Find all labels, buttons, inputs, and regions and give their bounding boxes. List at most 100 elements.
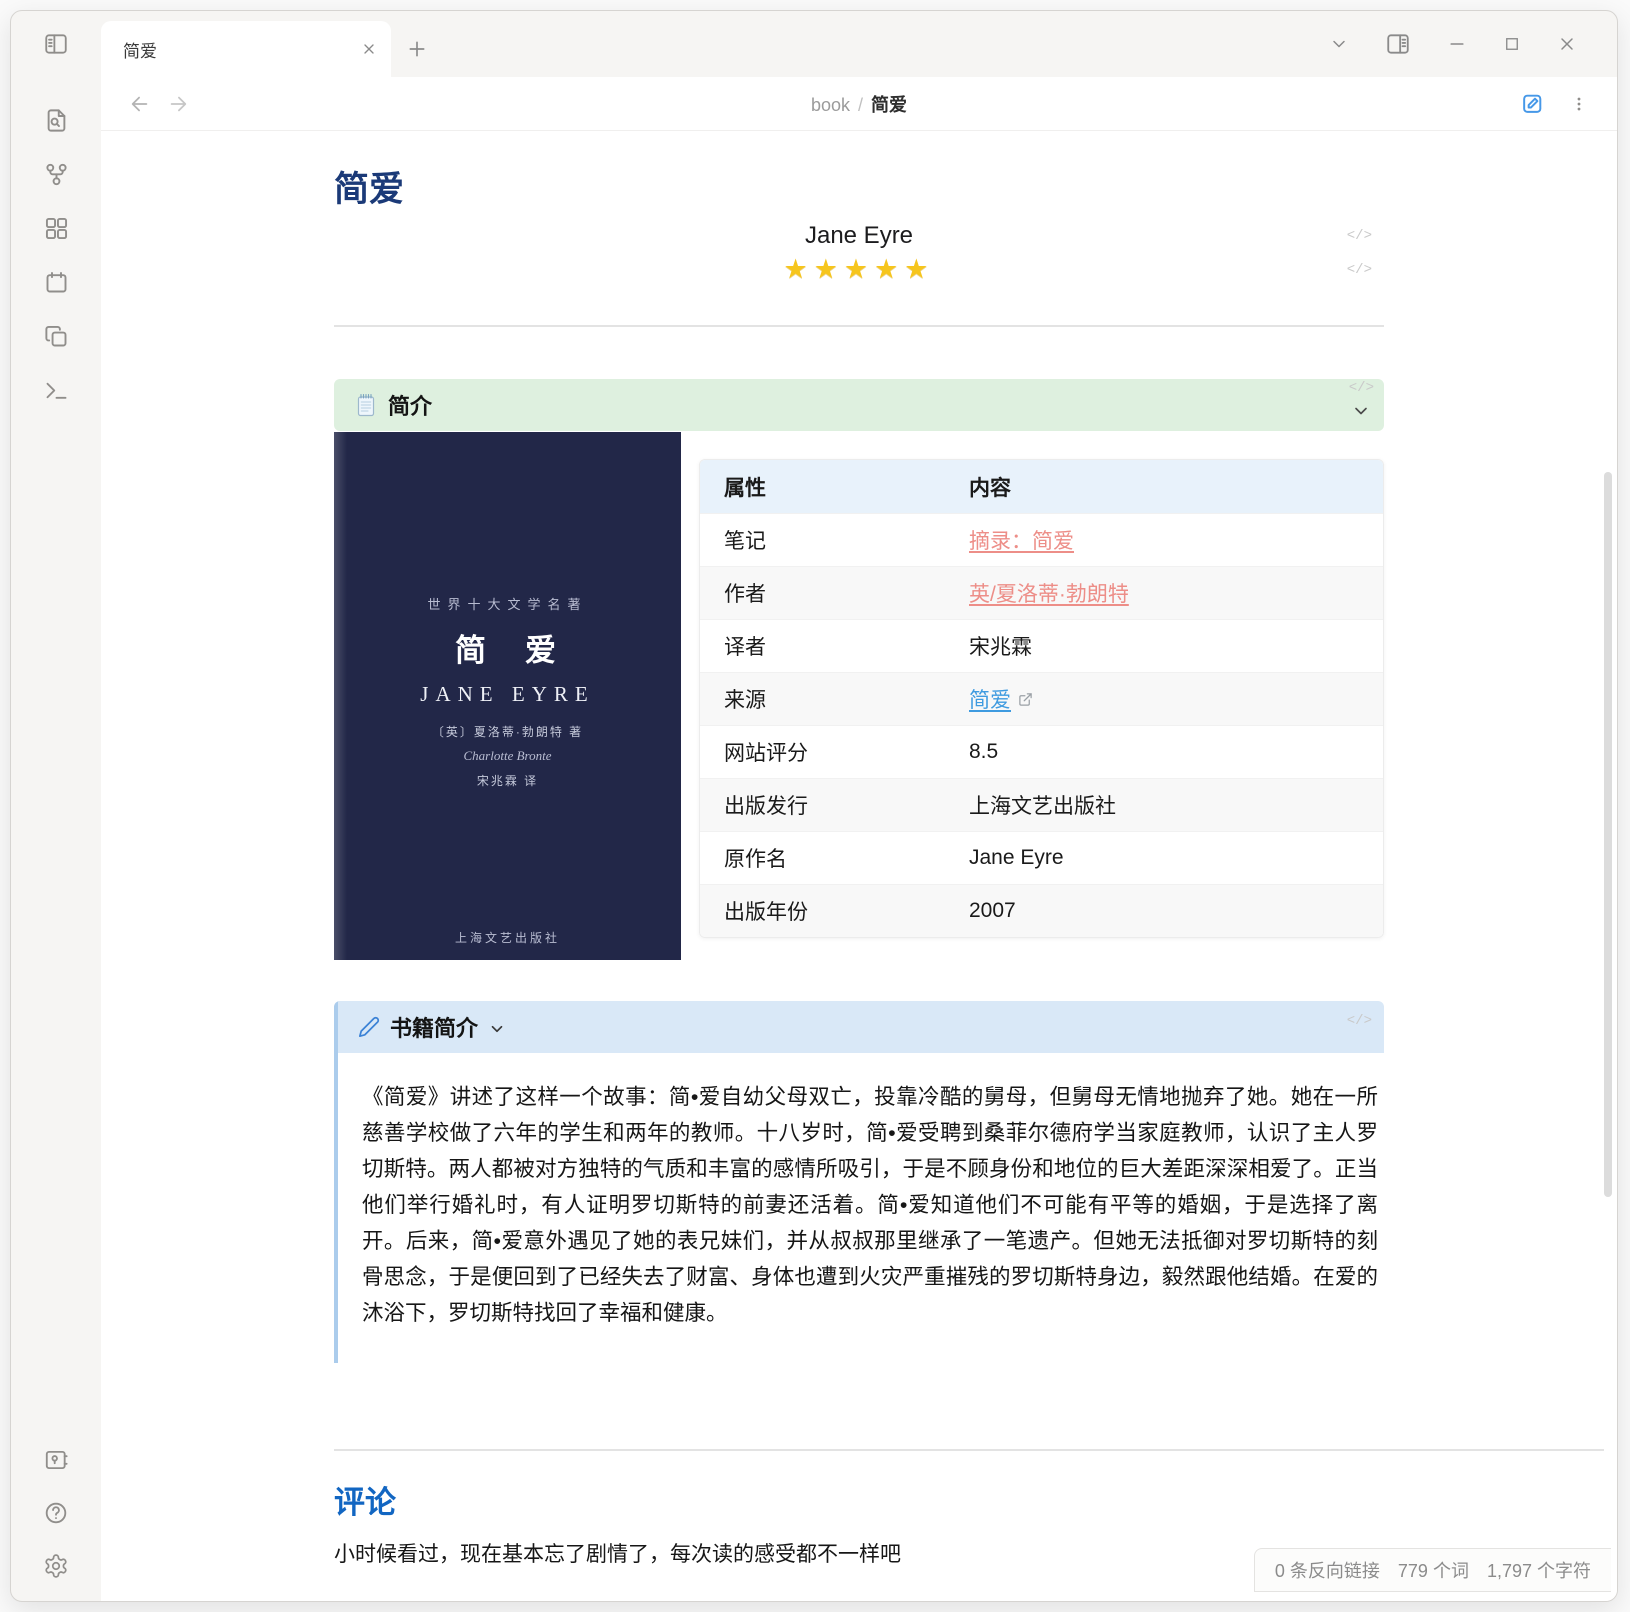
help-icon — [43, 1500, 69, 1526]
view-header: book / 简爱 — [101, 77, 1617, 131]
table-row: 出版发行上海文艺出版社 — [700, 778, 1383, 831]
property-label: 网站评分 — [700, 725, 945, 778]
rating-row: ★★★★★ </> — [334, 254, 1384, 285]
internal-link[interactable]: 摘录：简爱 — [969, 530, 1074, 553]
tab-bar: 简爱 — [11, 11, 1617, 77]
app-window: 简爱 — [10, 10, 1618, 1602]
property-label: 笔记 — [700, 513, 945, 566]
backlinks-count[interactable]: 0 条反向链接 — [1275, 1557, 1380, 1583]
property-label: 出版发行 — [700, 778, 945, 831]
breadcrumb-separator: / — [858, 95, 863, 115]
copy-button[interactable] — [43, 323, 70, 350]
tab-jane-eyre[interactable]: 简爱 — [101, 21, 391, 77]
help-button[interactable] — [43, 1500, 69, 1526]
table-row: 来源简爱 — [700, 672, 1383, 725]
property-value: Jane Eyre — [945, 831, 1383, 884]
property-label: 译者 — [700, 619, 945, 672]
new-tab-button[interactable] — [391, 21, 443, 77]
property-value: 宋兆霖 — [945, 619, 1383, 672]
file-search-icon — [43, 107, 70, 134]
intro-callout-title: 简介 — [388, 389, 432, 421]
property-value: 上海文艺出版社 — [945, 778, 1383, 831]
toggle-left-sidebar-button[interactable] — [11, 11, 101, 77]
property-value: 2007 — [945, 884, 1383, 937]
minimize-button[interactable] — [1447, 34, 1467, 54]
table-row: 网站评分8.5 — [700, 725, 1383, 778]
code-button[interactable]: </> — [1347, 262, 1372, 278]
comments-heading: 评论 — [334, 1477, 1384, 1522]
notepad-icon — [354, 392, 378, 418]
terminal-icon — [43, 377, 70, 404]
cover-translator: 宋兆霖 译 — [477, 772, 538, 789]
close-icon — [361, 41, 377, 57]
external-link[interactable]: 简爱 — [969, 684, 1011, 714]
vault-switcher-button[interactable] — [43, 1447, 69, 1473]
tab-close-button[interactable] — [361, 41, 377, 57]
calendar-button[interactable] — [43, 269, 70, 296]
edit-mode-button[interactable] — [1520, 91, 1545, 116]
left-ribbon — [11, 77, 101, 1601]
comment-text: 小时候看过，现在基本忘了剧情了，每次读的感受都不一样吧 — [334, 1538, 1384, 1568]
chevron-down-icon[interactable] — [488, 1020, 506, 1038]
breadcrumb-current[interactable]: 简爱 — [871, 95, 907, 115]
main-pane: book / 简爱 — [101, 77, 1617, 1601]
property-label: 作者 — [700, 566, 945, 619]
book-spine — [334, 432, 347, 960]
summary-callout-title: 书籍简介 — [390, 1011, 478, 1043]
section-divider — [334, 1449, 1604, 1451]
maximize-button[interactable] — [1503, 35, 1521, 53]
calendar-icon — [43, 269, 70, 296]
scrollbar-thumb[interactable] — [1604, 472, 1612, 1197]
table-row: 出版年份2007 — [700, 884, 1383, 937]
quick-switcher-button[interactable] — [43, 107, 70, 134]
graph-icon — [43, 161, 70, 188]
toggle-right-sidebar-button[interactable] — [1385, 31, 1411, 57]
tab-list-button[interactable] — [1329, 34, 1349, 54]
tab-title: 简爱 — [123, 37, 353, 62]
intro-callout-header[interactable]: 简介 </> — [334, 379, 1384, 431]
breadcrumb-parent[interactable]: book — [811, 95, 850, 115]
chevron-down-icon — [1329, 34, 1349, 54]
pencil-icon — [358, 1016, 380, 1038]
dashboard-button[interactable] — [43, 215, 70, 242]
kebab-menu-icon — [1569, 93, 1589, 115]
intro-callout-content: 世界十大文学名著 简 爱 JANE EYRE 〔英〕夏洛蒂·勃朗特 著 Char… — [334, 432, 1384, 960]
breadcrumb: book / 简爱 — [101, 91, 1617, 117]
table-row: 笔记 摘录：简爱 — [700, 513, 1383, 566]
internal-link[interactable]: 英/夏洛蒂·勃朗特 — [969, 583, 1129, 606]
char-count: 1,797 个字符 — [1487, 1557, 1591, 1583]
note-content: 简爱 Jane Eyre </> ★★★★★ </> — [101, 131, 1617, 1601]
property-table: 属性 内容 笔记 摘录：简爱作者 英/夏洛蒂·勃朗特译者宋兆霖来源简爱网站评分8.5… — [699, 459, 1384, 938]
table-row: 作者 英/夏洛蒂·勃朗特 — [700, 566, 1383, 619]
cover-title-cn: 简 爱 — [455, 625, 560, 670]
cover-publisher: 上海文艺出版社 — [334, 929, 681, 946]
gear-icon — [43, 1553, 69, 1579]
settings-button[interactable] — [43, 1553, 69, 1579]
summary-callout-header[interactable]: 书籍简介 </> — [338, 1001, 1384, 1053]
graph-view-button[interactable] — [43, 161, 70, 188]
divider — [334, 325, 1384, 327]
book-subtitle: Jane Eyre — [334, 222, 1384, 250]
external-link-icon — [1018, 692, 1033, 707]
book-cover-image[interactable]: 世界十大文学名著 简 爱 JANE EYRE 〔英〕夏洛蒂·勃朗特 著 Char… — [334, 432, 681, 960]
window-close-icon — [1557, 34, 1577, 54]
cover-title-en: JANE EYRE — [420, 682, 594, 707]
panel-right-icon — [1385, 31, 1411, 57]
column-header-content: 内容 — [945, 460, 1383, 513]
code-button[interactable]: </> — [1349, 381, 1374, 395]
cover-author: 〔英〕夏洛蒂·勃朗特 著 — [432, 723, 583, 740]
code-button[interactable]: </> — [1347, 228, 1372, 244]
word-count: 779 个词 — [1398, 1557, 1469, 1583]
maximize-icon — [1503, 35, 1521, 53]
dashboard-icon — [43, 215, 70, 242]
code-button[interactable]: </> — [1347, 1013, 1372, 1029]
column-header-property: 属性 — [700, 460, 945, 513]
chevron-down-icon[interactable] — [1351, 401, 1371, 421]
cover-author-en: Charlotte Bronte — [464, 748, 552, 764]
terminal-button[interactable] — [43, 377, 70, 404]
window-close-button[interactable] — [1557, 34, 1577, 54]
more-options-button[interactable] — [1569, 93, 1589, 115]
property-value: 8.5 — [945, 725, 1383, 778]
window-controls — [1329, 11, 1617, 77]
rating-stars: ★★★★★ — [334, 254, 1384, 285]
